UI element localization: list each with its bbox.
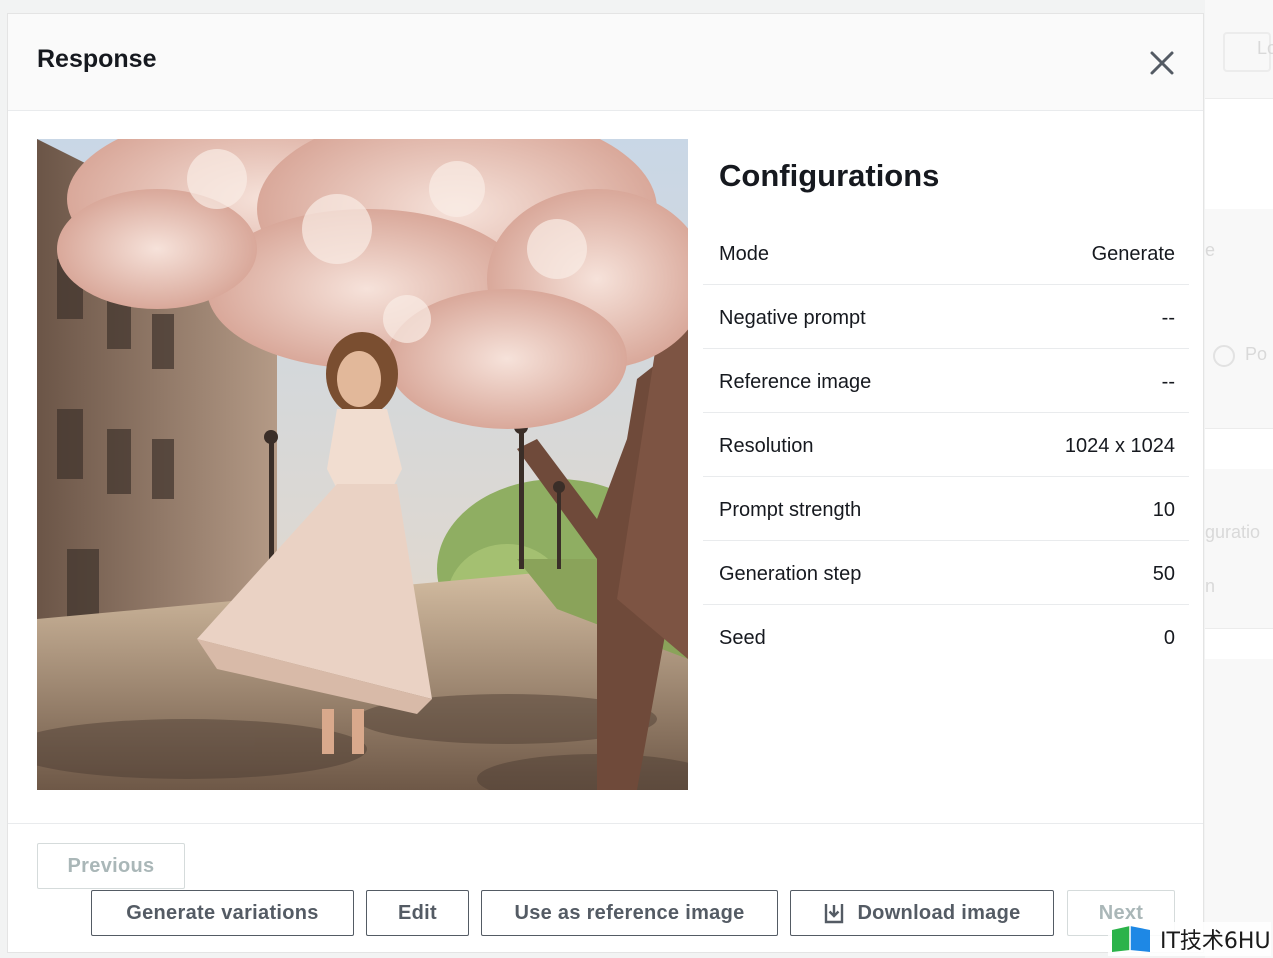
config-value: -- <box>1161 307 1175 329</box>
config-row-prompt-strength: Prompt strength 10 <box>703 477 1189 541</box>
config-value: 50 <box>1152 563 1175 585</box>
config-row-resolution: Resolution 1024 x 1024 <box>703 413 1189 477</box>
background-upload-text: Lo <box>1257 38 1273 58</box>
background-text-n: n <box>1205 576 1216 596</box>
config-label: Seed <box>719 627 766 649</box>
background-text-e: e <box>1205 240 1216 260</box>
background-card <box>1205 628 1273 659</box>
generated-image <box>37 139 688 790</box>
response-modal: Response Configurations Mode Generate Ne… <box>7 13 1204 953</box>
generate-variations-button[interactable]: Generate variations <box>91 890 354 936</box>
modal-header: Response <box>8 14 1203 111</box>
background-card <box>1205 428 1273 469</box>
close-button[interactable] <box>1146 47 1178 79</box>
generated-image-art <box>37 139 688 790</box>
config-row-seed: Seed 0 <box>703 605 1189 669</box>
config-value: -- <box>1161 371 1175 393</box>
configurations-title: Configurations <box>719 158 940 193</box>
watermark: IT技术6HU <box>1108 922 1271 956</box>
download-icon <box>823 902 845 924</box>
footer-divider <box>8 823 1203 824</box>
config-row-mode: Mode Generate <box>703 221 1189 285</box>
edit-button[interactable]: Edit <box>366 890 469 936</box>
config-row-negative-prompt: Negative prompt -- <box>703 285 1189 349</box>
config-value: Generate <box>1091 243 1175 265</box>
background-card <box>1205 98 1273 209</box>
background-radio <box>1213 345 1235 367</box>
config-value: 0 <box>1163 627 1175 649</box>
config-value: 10 <box>1152 499 1175 521</box>
previous-button[interactable]: Previous <box>37 843 185 889</box>
watermark-text: IT技术6HU <box>1160 929 1271 954</box>
background-page: Lo e Po guratio n <box>1205 0 1273 958</box>
modal-title: Response <box>37 45 157 73</box>
background-radio-label: Po <box>1245 344 1268 364</box>
config-label: Generation step <box>719 563 862 585</box>
config-row-reference-image: Reference image -- <box>703 349 1189 413</box>
config-row-generation-step: Generation step 50 <box>703 541 1189 605</box>
config-label: Prompt strength <box>719 499 862 521</box>
config-label: Mode <box>719 243 770 265</box>
config-label: Negative prompt <box>719 307 866 329</box>
config-value: 1024 x 1024 <box>1064 435 1175 457</box>
config-label: Reference image <box>719 371 872 393</box>
use-as-reference-image-button[interactable]: Use as reference image <box>481 890 778 936</box>
config-label: Resolution <box>719 435 814 457</box>
download-image-button[interactable]: Download image <box>790 890 1054 936</box>
background-config-text: guratio <box>1205 522 1261 542</box>
close-icon <box>1150 51 1174 75</box>
book-logo-icon <box>1112 926 1150 952</box>
download-image-label: Download image <box>857 901 1021 924</box>
